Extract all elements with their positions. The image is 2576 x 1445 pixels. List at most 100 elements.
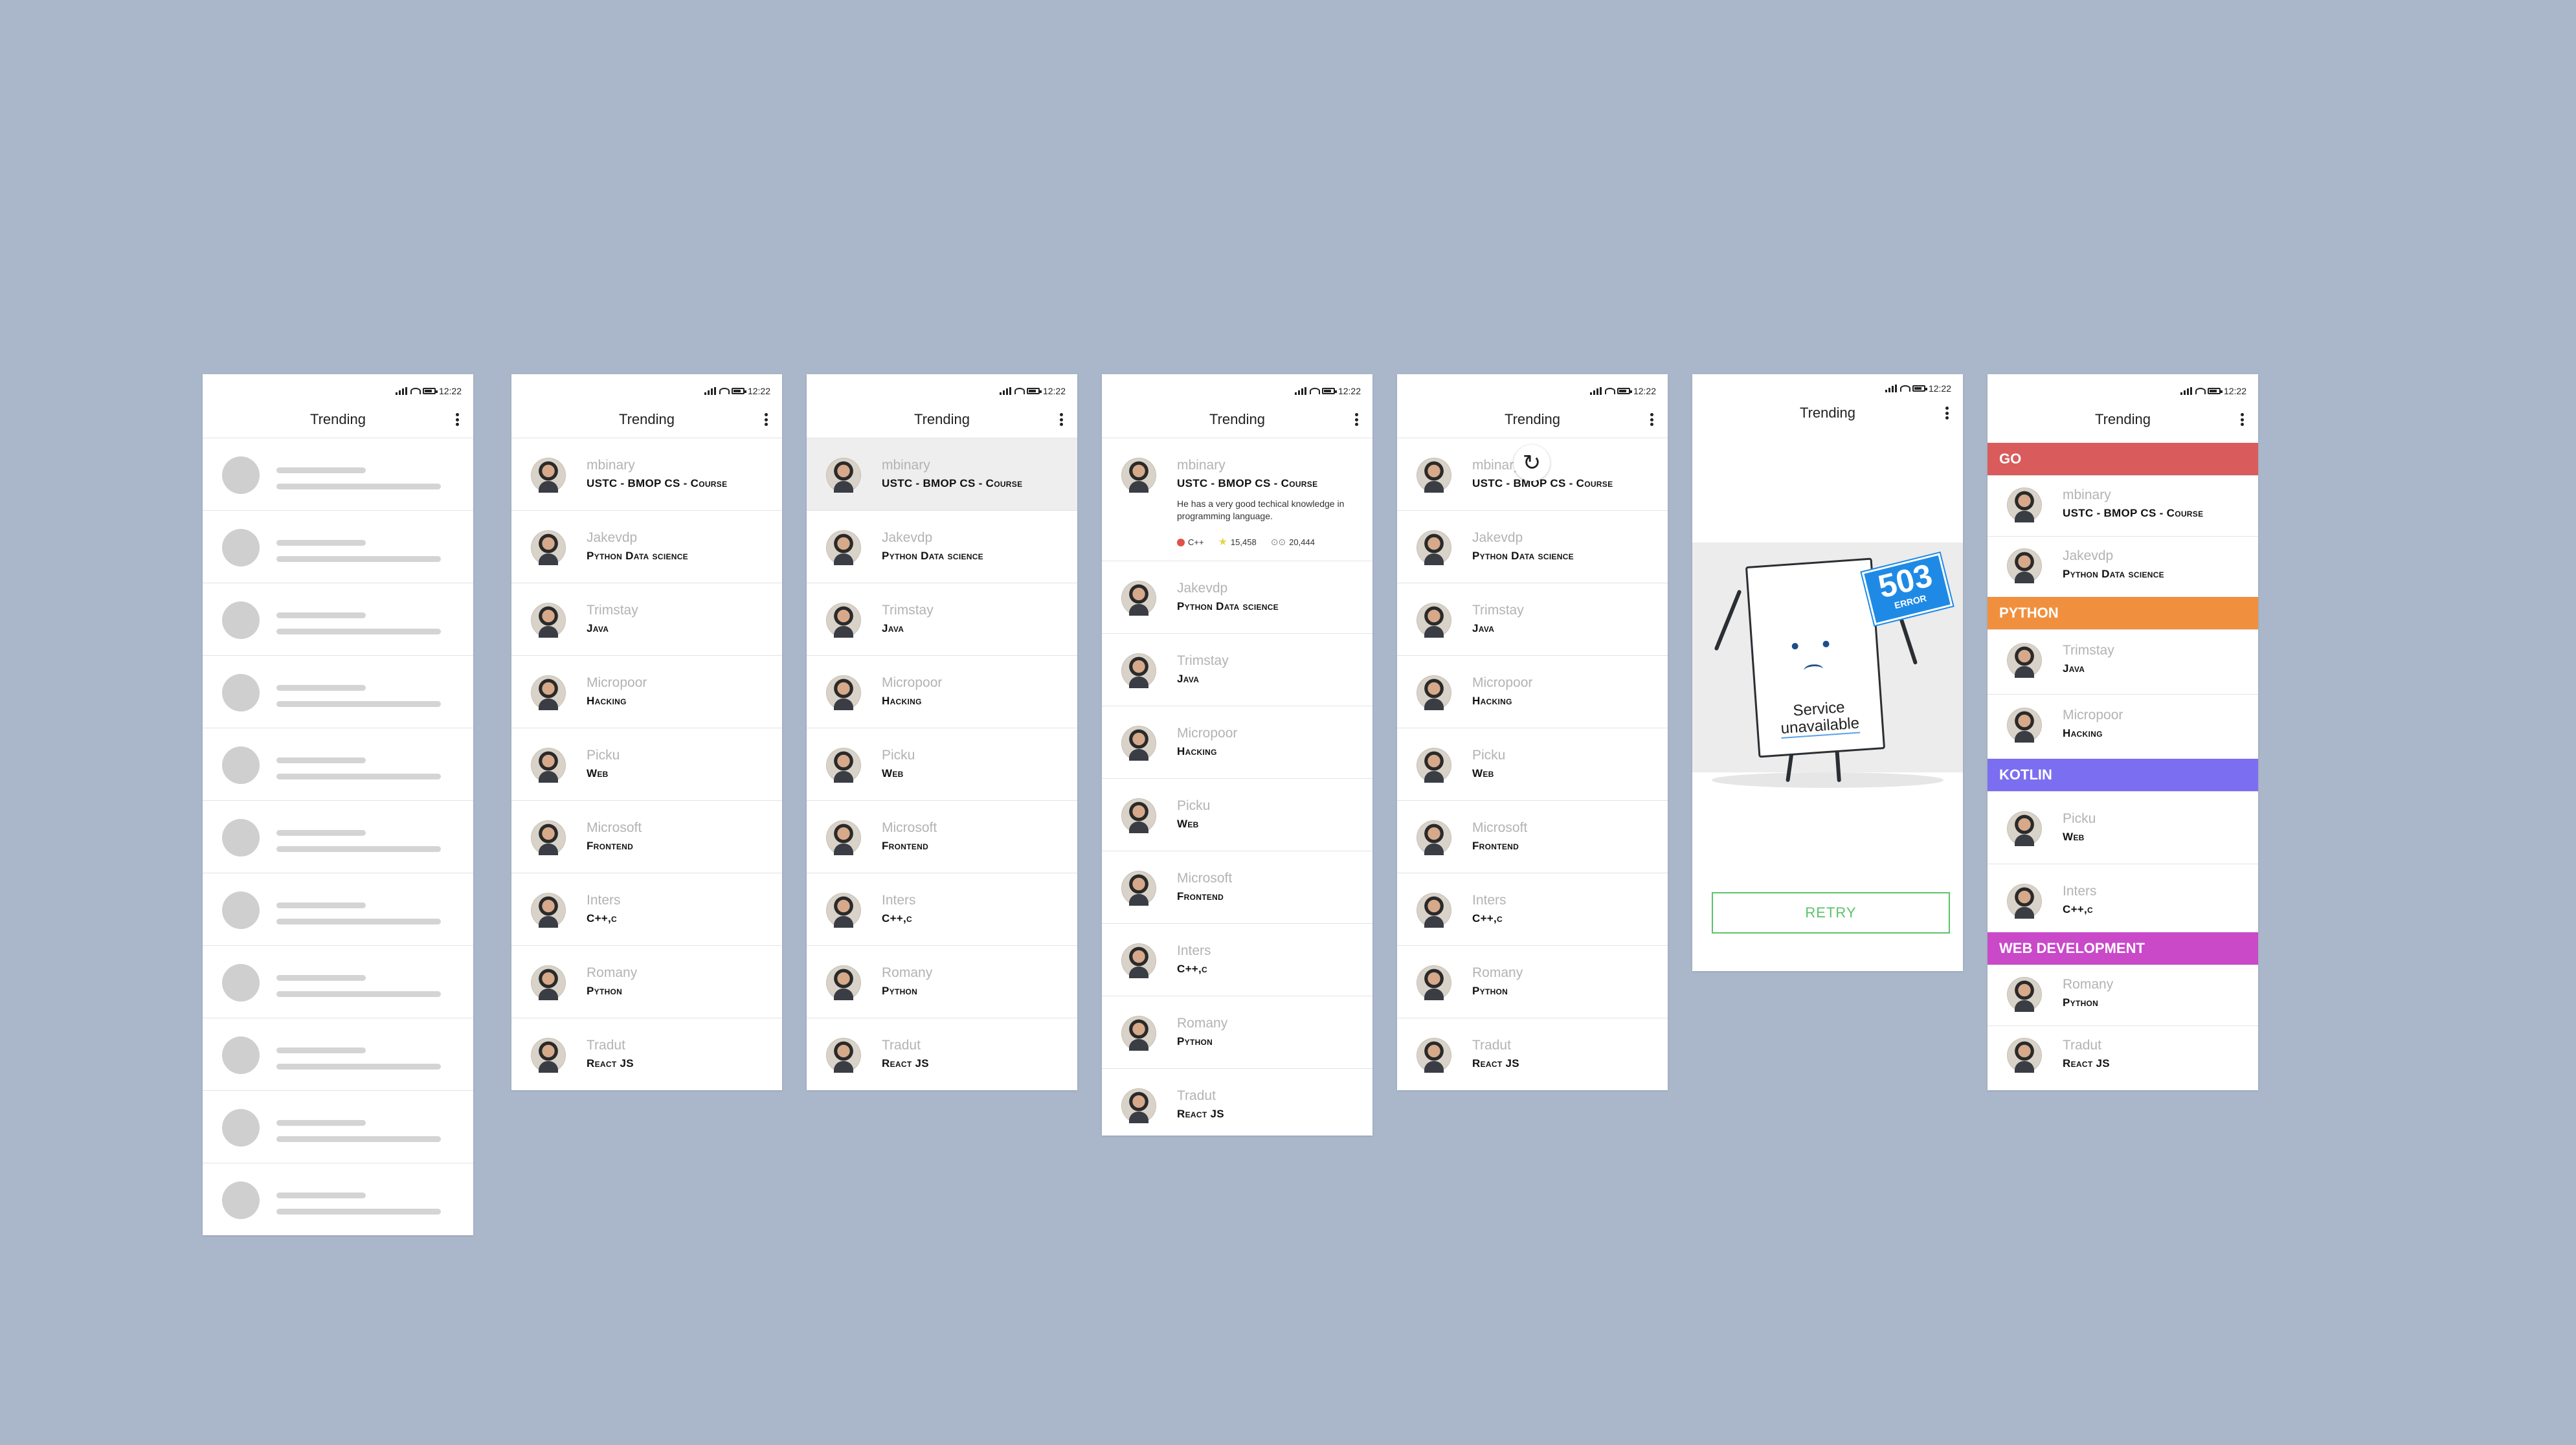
avatar	[826, 458, 861, 493]
overflow-menu-icon[interactable]	[761, 412, 770, 427]
repo-row[interactable]: Trimstay Java	[807, 583, 1077, 655]
repo-row[interactable]: Micropoor Hacking	[807, 655, 1077, 728]
skeleton-row	[203, 438, 473, 510]
repo-row[interactable]: mbinary USTC - BMOP CS - Course	[511, 438, 782, 510]
repo-row[interactable]: Tradut React JS	[1102, 1068, 1372, 1136]
repo-row[interactable]: Tradut React JS	[1988, 1025, 2258, 1086]
app-bar: Trending	[807, 407, 1077, 432]
repo-user: mbinary	[2063, 487, 2111, 502]
repo-user: Micropoor	[882, 675, 943, 690]
repo-desc: React JS	[2063, 1057, 2110, 1070]
app-bar: Trending	[1397, 407, 1668, 432]
wifi-icon	[1899, 385, 1910, 392]
repo-row[interactable]: Micropoor Hacking	[1988, 694, 2258, 759]
screen-refreshing: 12:22 Trending mbinary USTC - BMOP CS - C…	[1397, 374, 1668, 1090]
repo-user: Jakevdp	[587, 530, 638, 545]
overflow-menu-icon[interactable]	[2237, 412, 2246, 427]
repo-row[interactable]: Trimstay Java	[511, 583, 782, 655]
repo-row-expanded[interactable]: mbinary USTC - BMOP CS - Course He has a…	[1102, 438, 1372, 561]
app-bar: Trending	[511, 407, 782, 432]
repo-row[interactable]: Microsoft Frontend	[1102, 851, 1372, 923]
repo-user: mbinary	[587, 458, 635, 473]
repo-desc: Python	[587, 985, 623, 997]
repo-user: Inters	[2063, 884, 2097, 899]
repo-row[interactable]: Picku Web	[1397, 728, 1668, 800]
repo-row[interactable]: Jakevdp Python Data science	[511, 510, 782, 583]
repo-row[interactable]: Romany Python	[807, 945, 1077, 1018]
repo-row[interactable]: Tradut React JS	[807, 1018, 1077, 1090]
signal-icon	[395, 387, 407, 395]
repo-row[interactable]: Picku Web	[511, 728, 782, 800]
refresh-icon: ↻	[1514, 445, 1550, 481]
avatar	[1417, 675, 1451, 710]
repo-row[interactable]: Trimstay Java	[1988, 629, 2258, 694]
repo-row[interactable]: mbinary USTC - BMOP CS - Course	[1988, 475, 2258, 536]
repo-row[interactable]: Microsoft Frontend	[1397, 800, 1668, 873]
repo-user: Tradut	[1472, 1038, 1511, 1053]
signal-icon	[1885, 385, 1897, 392]
overflow-menu-icon[interactable]	[453, 412, 462, 427]
repo-list: mbinary USTC - BMOP CS - Course ↻ Jakevdp P…	[1397, 438, 1668, 1090]
avatar	[531, 530, 566, 565]
repo-row[interactable]: Micropoor Hacking	[1102, 706, 1372, 778]
battery-icon	[1912, 385, 1927, 392]
repo-row[interactable]: Picku Web	[1988, 791, 2258, 864]
signal-icon	[999, 387, 1011, 395]
repo-desc: C++,c	[2063, 903, 2094, 915]
repo-desc: USTC - BMOP CS - Course	[1177, 477, 1318, 489]
avatar	[531, 965, 566, 1000]
repo-row[interactable]: Micropoor Hacking	[511, 655, 782, 728]
repo-row[interactable]: Romany Python	[511, 945, 782, 1018]
repo-row[interactable]: Trimstay Java	[1102, 633, 1372, 706]
repo-row[interactable]: Jakevdp Python Data science	[1102, 561, 1372, 633]
avatar	[2007, 643, 2042, 678]
repo-desc: Python Data science	[2063, 568, 2164, 580]
repo-row[interactable]: Inters C++,c	[511, 873, 782, 945]
repo-user: Picku	[882, 748, 915, 763]
section-header-kotlin: KOTLIN	[1988, 759, 2258, 791]
repo-row[interactable]: Romany Python	[1988, 965, 2258, 1025]
page-title: Trending	[1209, 411, 1265, 427]
page-title: Trending	[309, 411, 366, 427]
repo-row[interactable]: Inters C++,c	[1397, 873, 1668, 945]
battery-icon	[2207, 388, 2223, 394]
repo-row[interactable]: Romany Python	[1102, 996, 1372, 1068]
repo-row[interactable]: Jakevdp Python Data science	[807, 510, 1077, 583]
repo-row[interactable]: Picku Web	[1102, 778, 1372, 851]
repo-desc: Java	[2063, 662, 2085, 675]
repo-row[interactable]: Inters C++,c	[1988, 864, 2258, 932]
repo-row[interactable]: Inters C++,c	[1102, 923, 1372, 996]
repo-user: Trimstay	[1177, 653, 1229, 668]
avatar	[2007, 884, 2042, 919]
repo-row[interactable]: Inters C++,c	[807, 873, 1077, 945]
repo-stats: C++ ★ 15,458 ⊙⊙ 20,444	[1177, 537, 1315, 548]
overflow-menu-icon[interactable]	[1942, 405, 1951, 421]
avatar	[531, 1038, 566, 1073]
status-time: 12:22	[2223, 386, 2246, 396]
repo-row[interactable]: Micropoor Hacking	[1397, 655, 1668, 728]
status-time: 12:22	[1042, 386, 1066, 396]
stars-stat: ★ 15,458	[1218, 537, 1257, 547]
repo-row[interactable]: Tradut React JS	[1397, 1018, 1668, 1090]
repo-row[interactable]: Microsoft Frontend	[807, 800, 1077, 873]
repo-row[interactable]: Trimstay Java	[1397, 583, 1668, 655]
app-bar: Trending	[1988, 407, 2258, 432]
wifi-icon	[1309, 388, 1320, 394]
overflow-menu-icon[interactable]	[1057, 412, 1066, 427]
repo-desc: Frontend	[882, 840, 929, 852]
repo-row-selected[interactable]: mbinary USTC - BMOP CS - Course	[807, 438, 1077, 510]
repo-row[interactable]: Jakevdp Python Data science	[1988, 536, 2258, 597]
overflow-menu-icon[interactable]	[1647, 412, 1656, 427]
repo-row[interactable]: Picku Web	[807, 728, 1077, 800]
repo-row[interactable]: mbinary USTC - BMOP CS - Course ↻	[1397, 438, 1668, 510]
repo-row[interactable]: Jakevdp Python Data science	[1397, 510, 1668, 583]
overflow-menu-icon[interactable]	[1352, 412, 1361, 427]
retry-button[interactable]: RETRY	[1712, 892, 1950, 934]
repo-row[interactable]: Microsoft Frontend	[511, 800, 782, 873]
repo-list: mbinary USTC - BMOP CS - Course Jakevdp Py…	[807, 438, 1077, 1090]
wifi-icon	[2195, 388, 2206, 394]
battery-icon	[1617, 388, 1632, 394]
avatar	[1417, 820, 1451, 855]
repo-row[interactable]: Tradut React JS	[511, 1018, 782, 1090]
repo-row[interactable]: Romany Python	[1397, 945, 1668, 1018]
